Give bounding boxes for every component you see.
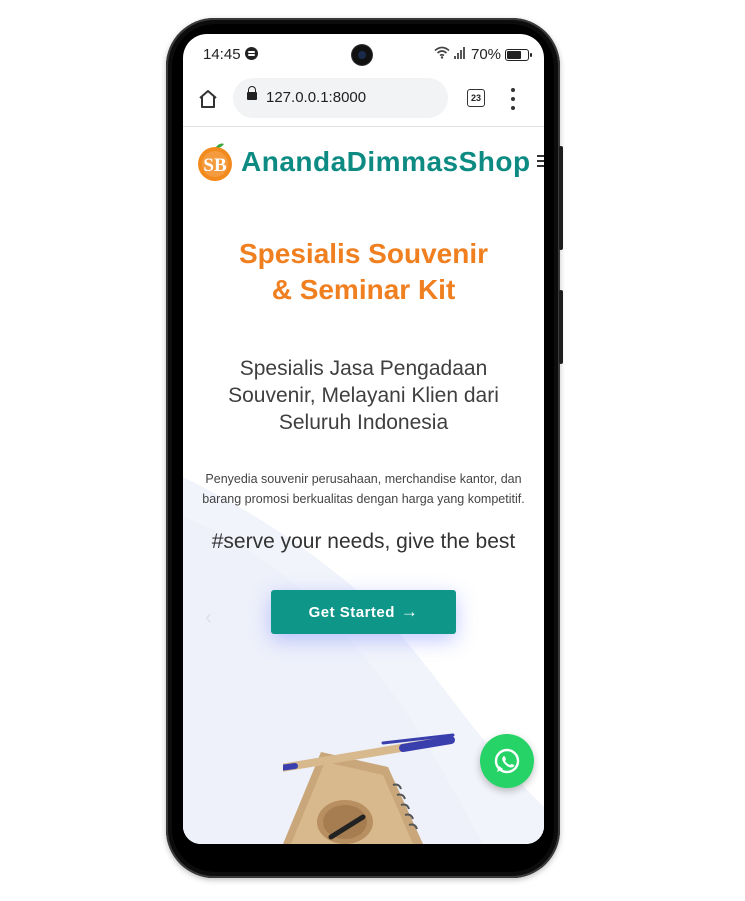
hero-title-line1: Spesialis Souvenir xyxy=(239,238,488,269)
product-image xyxy=(270,727,483,844)
lock-icon xyxy=(247,86,257,100)
hero-subtitle-line2: Souvenir, Melayani Klien dari xyxy=(228,384,499,407)
battery-percent: 70% xyxy=(471,46,502,63)
browser-toolbar: 127.0.0.1:8000 23 xyxy=(183,74,544,127)
brand-name[interactable]: AnandaDimmasShop xyxy=(241,146,531,178)
hero-tagline: #serve your needs, give the best xyxy=(211,530,516,553)
front-camera xyxy=(352,45,372,65)
volume-button xyxy=(559,146,563,250)
signal-icon xyxy=(454,47,468,59)
url-text: 127.0.0.1:8000 xyxy=(266,89,367,106)
hero-subtitle-line1: Spesialis Jasa Pengadaan xyxy=(239,357,488,380)
logo-icon[interactable]: SB xyxy=(193,142,237,182)
spotify-icon xyxy=(245,47,258,60)
battery-icon xyxy=(505,49,532,61)
address-bar[interactable]: 127.0.0.1:8000 xyxy=(233,78,448,118)
phone-screen: 14:45 70% 127.0.0.1:8000 23 SB AnandaDim… xyxy=(183,34,544,844)
hero-title-line2: & Seminar Kit xyxy=(271,274,456,305)
get-started-button[interactable]: Get Started → xyxy=(271,590,456,634)
whatsapp-icon[interactable] xyxy=(480,734,534,788)
status-time: 14:45 xyxy=(203,46,241,63)
wifi-icon xyxy=(434,46,450,62)
power-button xyxy=(559,290,563,364)
get-started-label: Get Started xyxy=(308,603,395,621)
web-page: SB AnandaDimmasShop Spesialis Souvenir &… xyxy=(183,127,544,844)
logo-text: SB xyxy=(203,155,227,176)
status-bar: 14:45 70% xyxy=(183,34,544,74)
hero-description-line1: Penyedia souvenir perusahaan, merchandis… xyxy=(205,472,522,486)
chevron-left-icon: ‹ xyxy=(205,604,213,629)
hero-subtitle-line3: Seluruh Indonesia xyxy=(278,411,449,434)
arrow-right-icon: → xyxy=(400,602,419,621)
tabs-icon[interactable]: 23 xyxy=(467,89,485,107)
hamburger-menu-icon[interactable] xyxy=(537,153,544,169)
hero-description-line2: barang promosi berkualitas dengan harga … xyxy=(202,492,525,506)
menu-icon[interactable] xyxy=(510,88,516,110)
home-icon[interactable] xyxy=(197,88,219,110)
